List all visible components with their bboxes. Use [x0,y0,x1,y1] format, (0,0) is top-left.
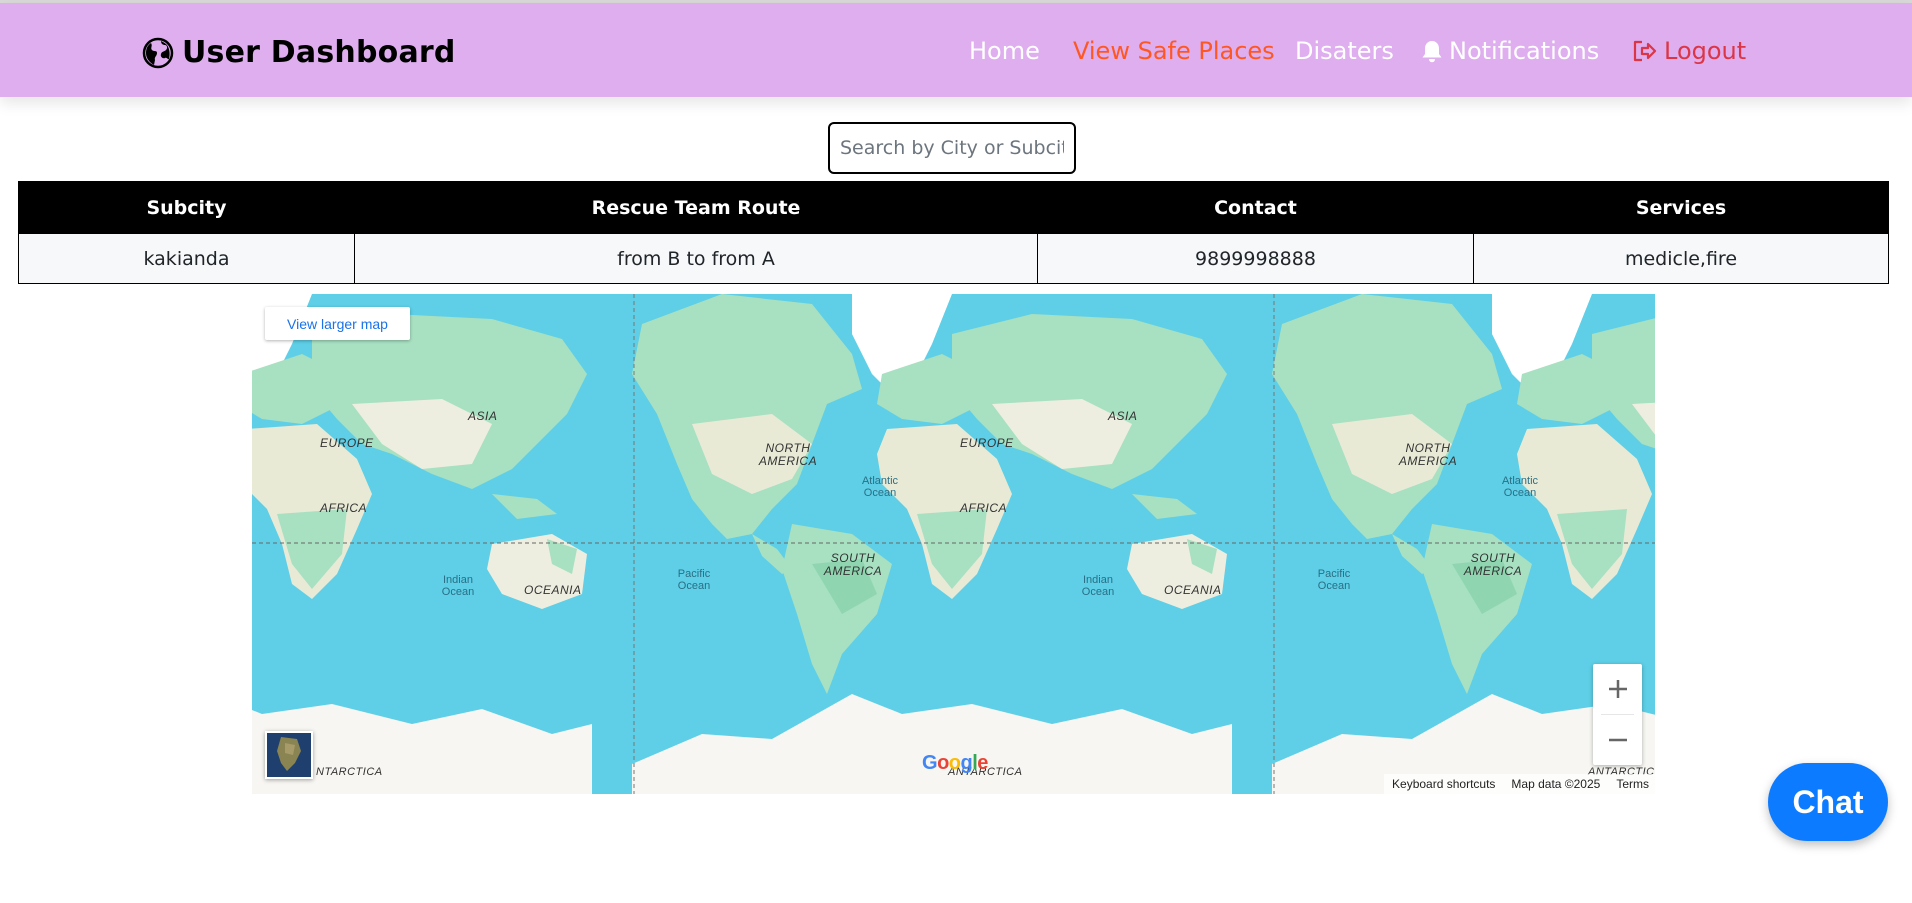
label-africa-2: AFRICA [960,501,1008,515]
label-oceania-2: OCEANIA [1164,583,1222,597]
navbar: User Dashboard Home View Safe Places Dis… [0,3,1912,97]
label-south-america: SOUTH AMERICA [823,551,883,579]
zoom-out-button[interactable] [1593,715,1642,765]
cell-contact: 9899998888 [1037,233,1474,284]
nav-logout-label: Logout [1664,37,1747,65]
plus-icon [1608,680,1627,698]
map-tiles [252,294,1655,794]
label-atlantic: Atlantic Ocean [861,475,899,500]
header-rescue-team-route: Rescue Team Route [354,181,1038,234]
keyboard-shortcuts-link[interactable]: Keyboard shortcuts [1392,777,1495,791]
nav-home[interactable]: Home [969,37,1040,65]
view-larger-map-link[interactable]: View larger map [265,307,410,340]
zoom-control [1593,664,1642,765]
label-pacific-2: Pacific Ocean [1317,568,1351,593]
label-north-america: NORTH AMERICA [758,441,818,469]
chat-button[interactable]: Chat [1768,763,1888,841]
map-data-attribution: Map data ©2025 [1511,777,1601,791]
nav-view-safe-places[interactable]: View Safe Places [1073,37,1275,65]
minus-icon [1608,738,1627,742]
nav-disasters[interactable]: Disaters [1295,37,1394,65]
header-services: Services [1473,181,1889,234]
label-pacific: Pacific Ocean [677,568,711,593]
bell-icon [1422,41,1442,63]
satellite-thumbnail-icon [267,733,311,777]
label-south-america-2: SOUTH AMERICA [1463,551,1523,579]
header-contact: Contact [1037,181,1474,234]
nav-notifications-label: Notifications [1449,37,1600,65]
safe-places-table: Subcity Rescue Team Route Contact Servic… [18,181,1889,284]
satellite-toggle[interactable] [265,731,313,779]
header-subcity: Subcity [18,181,355,234]
zoom-in-button[interactable] [1593,664,1642,714]
cell-route: from B to from A [354,233,1038,284]
label-asia: ASIA [468,409,498,423]
label-europe: EUROPE [320,436,374,450]
cell-subcity: kakianda [18,233,355,284]
terms-link[interactable]: Terms [1616,777,1649,791]
map-footer: Keyboard shortcuts Map data ©2025 Terms [1384,774,1655,794]
globe-icon [142,37,174,68]
brand[interactable]: User Dashboard [142,35,456,70]
table-row: kakianda from B to from A 9899998888 med… [18,233,1889,284]
label-indian-2: Indian Ocean [1081,574,1115,599]
nav-notifications[interactable]: Notifications [1421,37,1599,65]
search-input[interactable] [828,122,1076,174]
world-map[interactable]: View larger map ASIA EUROPE AFRICA NORTH… [252,294,1655,794]
label-asia-2: ASIA [1108,409,1138,423]
table-header-row: Subcity Rescue Team Route Contact Servic… [18,181,1889,234]
nav-logout[interactable]: Logout [1632,37,1746,65]
logout-icon [1633,40,1657,62]
label-africa: AFRICA [320,501,368,515]
label-europe-2: EUROPE [960,436,1014,450]
google-logo: Google [922,752,988,774]
label-atlantic-2: Atlantic Ocean [1501,475,1539,500]
label-oceania: OCEANIA [524,583,582,597]
label-north-america-2: NORTH AMERICA [1398,441,1458,469]
cell-services: medicle,fire [1473,233,1889,284]
label-indian: Indian Ocean [441,574,475,599]
brand-title: User Dashboard [182,35,456,70]
label-antarctica-left: NTARCTICA [316,766,383,778]
